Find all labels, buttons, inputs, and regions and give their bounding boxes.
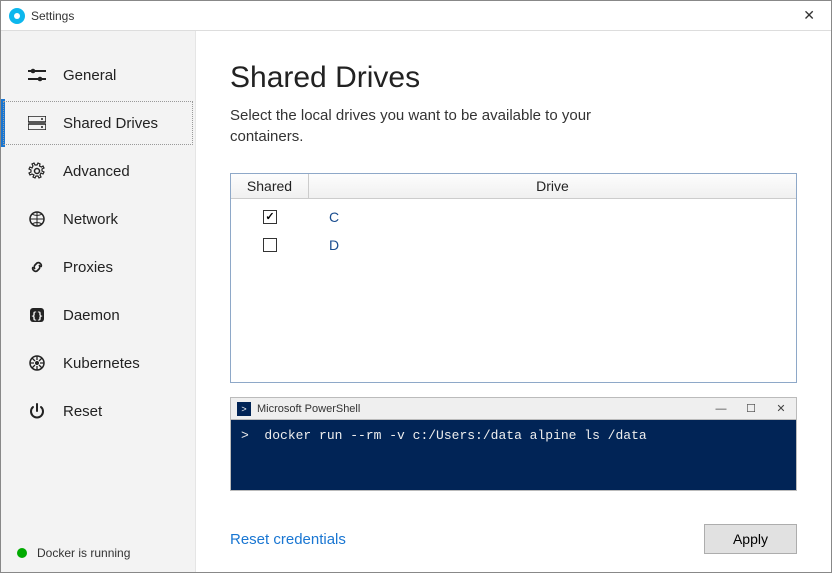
sidebar-item-reset[interactable]: Reset bbox=[1, 387, 195, 435]
titlebar: Settings ✕ bbox=[1, 1, 831, 31]
sidebar-item-label: Shared Drives bbox=[63, 115, 158, 132]
gear-icon bbox=[25, 161, 49, 181]
sidebar-item-advanced[interactable]: Advanced bbox=[1, 147, 195, 195]
reset-credentials-link[interactable]: Reset credentials bbox=[230, 531, 346, 548]
terminal-title: Microsoft PowerShell bbox=[257, 403, 360, 415]
sidebar-item-label: General bbox=[63, 67, 116, 84]
link-icon bbox=[25, 257, 49, 277]
sidebar-item-label: Reset bbox=[63, 403, 102, 420]
drive-shared-checkbox[interactable] bbox=[263, 238, 277, 252]
content-pane: Shared Drives Select the local drives yo… bbox=[196, 31, 831, 572]
page-title: Shared Drives bbox=[230, 61, 797, 95]
sidebar-item-shared-drives[interactable]: Shared Drives bbox=[1, 99, 195, 147]
apply-button[interactable]: Apply bbox=[704, 524, 797, 554]
drives-table-header: Shared Drive bbox=[231, 174, 796, 199]
main-area: General Shared Drives Advanced Network P bbox=[1, 31, 831, 572]
sidebar-item-label: Kubernetes bbox=[63, 355, 140, 372]
terminal-titlebar: > Microsoft PowerShell — ☐ ✕ bbox=[230, 397, 797, 419]
column-header-shared[interactable]: Shared bbox=[231, 174, 309, 198]
page-description: Select the local drives you want to be a… bbox=[230, 105, 630, 147]
sidebar: General Shared Drives Advanced Network P bbox=[1, 31, 196, 572]
terminal-command: docker run --rm -v c:/Users:/data alpine… bbox=[264, 428, 646, 443]
sidebar-item-proxies[interactable]: Proxies bbox=[1, 243, 195, 291]
close-button[interactable]: ✕ bbox=[795, 3, 823, 28]
status-bar: Docker is running bbox=[1, 534, 195, 572]
drive-row[interactable]: D bbox=[231, 231, 796, 259]
terminal-close-button[interactable]: ✕ bbox=[766, 399, 796, 419]
sidebar-item-network[interactable]: Network bbox=[1, 195, 195, 243]
terminal-minimize-button[interactable]: — bbox=[706, 399, 736, 419]
drive-name: C bbox=[309, 209, 796, 225]
slider-icon bbox=[25, 65, 49, 85]
braces-icon: {} bbox=[25, 305, 49, 325]
sidebar-item-kubernetes[interactable]: Kubernetes bbox=[1, 339, 195, 387]
drives-icon bbox=[25, 113, 49, 133]
svg-text:{}: {} bbox=[31, 311, 43, 322]
status-indicator-icon bbox=[17, 548, 27, 558]
sidebar-item-label: Daemon bbox=[63, 307, 120, 324]
drive-row[interactable]: C bbox=[231, 203, 796, 231]
sidebar-item-label: Advanced bbox=[63, 163, 130, 180]
column-header-drive[interactable]: Drive bbox=[309, 174, 796, 198]
globe-icon bbox=[25, 209, 49, 229]
power-icon bbox=[25, 401, 49, 421]
content-footer: Reset credentials Apply bbox=[230, 504, 797, 554]
powershell-icon: > bbox=[237, 402, 251, 416]
status-text: Docker is running bbox=[37, 546, 130, 560]
sidebar-item-daemon[interactable]: {} Daemon bbox=[1, 291, 195, 339]
window-title: Settings bbox=[31, 9, 74, 23]
sidebar-item-label: Proxies bbox=[63, 259, 113, 276]
sidebar-item-general[interactable]: General bbox=[1, 51, 195, 99]
app-icon bbox=[9, 8, 25, 24]
terminal-example: > Microsoft PowerShell — ☐ ✕ > docker ru… bbox=[230, 397, 797, 491]
helm-icon bbox=[25, 353, 49, 373]
sidebar-item-label: Network bbox=[63, 211, 118, 228]
terminal-body: > docker run --rm -v c:/Users:/data alpi… bbox=[230, 419, 797, 491]
drive-shared-checkbox[interactable] bbox=[263, 210, 277, 224]
drive-name: D bbox=[309, 237, 796, 253]
drives-table-body: C D bbox=[231, 199, 796, 259]
terminal-maximize-button[interactable]: ☐ bbox=[736, 399, 766, 419]
drives-table: Shared Drive C D bbox=[230, 173, 797, 383]
